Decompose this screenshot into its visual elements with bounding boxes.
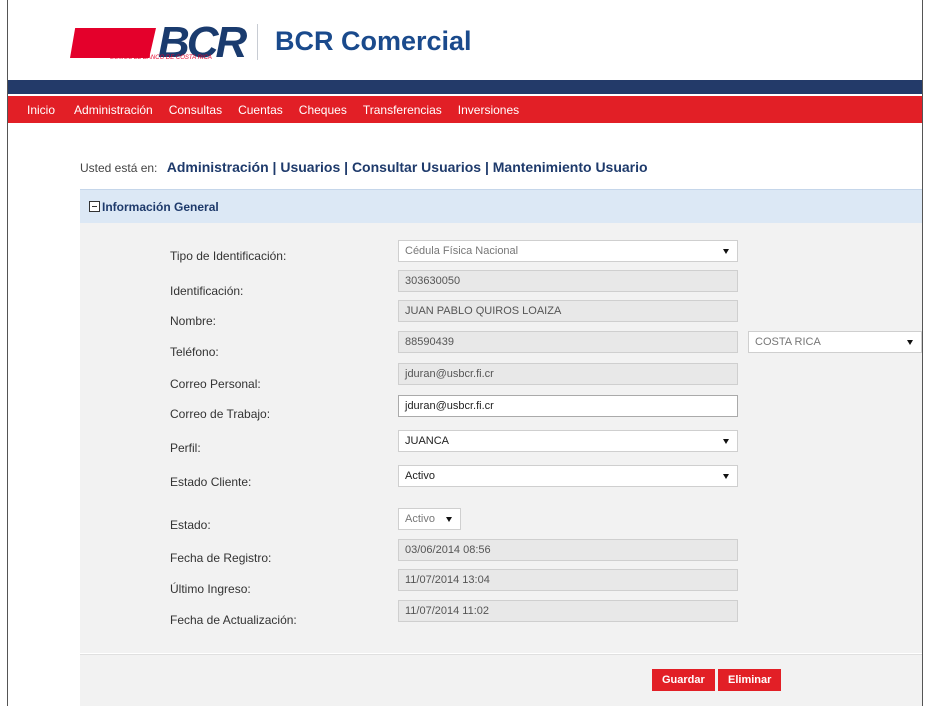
nombre-field: JUAN PABLO QUIROS LOAIZA: [398, 300, 738, 322]
app-title: BCR Comercial: [275, 26, 472, 56]
dropdown-arrow-icon: [723, 439, 729, 444]
country-select[interactable]: COSTA RICA: [748, 331, 922, 353]
fecha-actualizacion-field: 11/07/2014 11:02: [398, 600, 738, 622]
form-row-nombre: Nombre: JUAN PABLO QUIROS LOAIZA: [80, 300, 922, 328]
header-band: [8, 80, 922, 94]
label-telefono: Teléfono:: [170, 345, 219, 359]
label-perfil: Perfil:: [170, 441, 201, 455]
nav-item-consultas[interactable]: Consultas: [169, 103, 222, 117]
form-row-estado-cliente: Estado Cliente: Activo: [80, 465, 922, 489]
nav-item-inicio[interactable]: Inicio: [27, 103, 55, 117]
ultimo-ingreso-field: 11/07/2014 13:04: [398, 569, 738, 591]
form-row-tipo-id: Tipo de Identificación: Cédula Física Na…: [80, 240, 922, 264]
form-row-fecha-actualizacion: Fecha de Actualización: 11/07/2014 11:02: [80, 600, 922, 627]
panel-title: Información General: [102, 199, 219, 214]
dropdown-arrow-icon: [907, 340, 913, 345]
correo-personal-field: jduran@usbcr.fi.cr: [398, 363, 738, 385]
label-estado-cliente: Estado Cliente:: [170, 475, 252, 489]
tipo-identificacion-value: Cédula Física Nacional: [405, 245, 519, 257]
form-row-perfil: Perfil: JUANCA: [80, 430, 922, 455]
label-correo-personal: Correo Personal:: [170, 377, 261, 391]
country-value: COSTA RICA: [755, 336, 821, 348]
label-fecha-actualizacion: Fecha de Actualización:: [170, 613, 297, 627]
header-divider: [257, 24, 258, 60]
breadcrumb-prefix: Usted está en:: [80, 161, 158, 175]
nav-item-cheques[interactable]: Cheques: [299, 103, 347, 117]
estado-select[interactable]: Activo: [398, 508, 461, 530]
form-row-identificacion: Identificación: 303630050: [80, 270, 922, 298]
logo-swoosh: [70, 28, 156, 58]
dropdown-arrow-icon: [723, 249, 729, 254]
label-correo-trabajo: Correo de Trabajo:: [170, 407, 271, 421]
breadcrumb: Usted está en: Administración | Usuarios…: [80, 159, 648, 175]
label-estado: Estado:: [170, 518, 211, 532]
label-tipo-identificacion: Tipo de Identificación:: [170, 249, 287, 263]
tipo-identificacion-select[interactable]: Cédula Física Nacional: [398, 240, 738, 262]
form-actions: Guardar Eliminar: [80, 654, 922, 706]
dropdown-arrow-icon: [446, 517, 452, 522]
delete-button[interactable]: Eliminar: [718, 669, 782, 691]
estado-value: Activo: [405, 513, 435, 525]
logo-tagline: SOMOS EL BANCO DE COSTA RICA: [110, 55, 212, 61]
dropdown-arrow-icon: [723, 474, 729, 479]
save-button[interactable]: Guardar: [652, 669, 715, 691]
nav-item-administracion[interactable]: Administración: [74, 103, 153, 117]
form-row-ultimo-ingreso: Último Ingreso: 11/07/2014 13:04: [80, 569, 922, 596]
nav-item-inversiones[interactable]: Inversiones: [458, 103, 519, 117]
perfil-value: JUANCA: [405, 435, 450, 447]
nav-item-transferencias[interactable]: Transferencias: [363, 103, 442, 117]
breadcrumb-path: Administración | Usuarios | Consultar Us…: [166, 159, 648, 175]
estado-cliente-select[interactable]: Activo: [398, 465, 738, 487]
main-nav: Inicio Administración Consultas Cuentas …: [8, 96, 922, 123]
label-fecha-registro: Fecha de Registro:: [170, 551, 272, 565]
label-ultimo-ingreso: Último Ingreso:: [170, 582, 251, 596]
nav-item-cuentas[interactable]: Cuentas: [238, 103, 283, 117]
correo-trabajo-input[interactable]: jduran@usbcr.fi.cr: [398, 395, 738, 417]
form-row-fecha-registro: Fecha de Registro: 03/06/2014 08:56: [80, 539, 922, 565]
fecha-registro-field: 03/06/2014 08:56: [398, 539, 738, 561]
panel-header[interactable]: Información General: [80, 189, 922, 224]
identificacion-field: 303630050: [398, 270, 738, 292]
label-identificacion: Identificación:: [170, 284, 244, 298]
form-row-correo-personal: Correo Personal: jduran@usbcr.fi.cr: [80, 363, 922, 391]
telefono-field: 88590439: [398, 331, 738, 353]
form-row-telefono: Teléfono: 88590439 COSTA RICA: [80, 331, 922, 359]
estado-cliente-value: Activo: [405, 470, 435, 482]
collapse-minus-icon[interactable]: [89, 201, 100, 212]
page-frame: BCR SOMOS EL BANCO DE COSTA RICA BCR Com…: [7, 0, 923, 706]
perfil-select[interactable]: JUANCA: [398, 430, 738, 452]
form-row-estado: Estado: Activo: [80, 508, 922, 532]
form-row-correo-trabajo: Correo de Trabajo: jduran@usbcr.fi.cr: [80, 395, 922, 421]
label-nombre: Nombre:: [170, 314, 217, 328]
general-info-form: Tipo de Identificación: Cédula Física Na…: [80, 223, 922, 653]
bcr-logo[interactable]: BCR SOMOS EL BANCO DE COSTA RICA: [70, 18, 247, 67]
